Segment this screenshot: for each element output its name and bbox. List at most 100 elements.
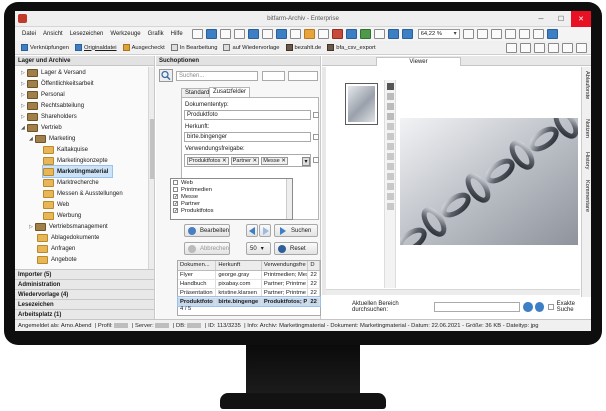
origin-checkbox[interactable] [313, 134, 319, 140]
exact-search-checkbox[interactable] [547, 303, 554, 310]
verknuepfungen-button[interactable]: Verknüpfungen [21, 44, 69, 51]
originaldatei-button[interactable]: Originaldatei [75, 44, 117, 51]
menu-werkzeuge[interactable]: Werkzeuge [110, 31, 140, 37]
tree-item[interactable]: ▷ Öffentlichkeitsarbeit [21, 78, 94, 89]
info-icon[interactable] [546, 29, 558, 39]
ausgecheckt-button[interactable]: Ausgecheckt [122, 44, 165, 51]
eraser-tool-icon[interactable] [387, 203, 394, 210]
rotate-right-icon[interactable] [504, 29, 516, 39]
last-page-icon[interactable] [532, 29, 544, 39]
fit-width-icon[interactable] [476, 29, 488, 39]
tree-item[interactable]: ◢ Marketing [29, 133, 75, 144]
usage-option[interactable]: ✓ Partner [171, 200, 292, 207]
usage-tag[interactable]: Produktfotos ✕ [187, 157, 229, 165]
options-scrollbar[interactable] [286, 179, 292, 219]
doctype-checkbox[interactable] [313, 112, 319, 118]
tree-item[interactable]: Marktrecherche [43, 177, 99, 188]
tree-item[interactable]: Anfragen [37, 243, 75, 254]
dropdown-arrow-icon[interactable]: ▾ [302, 157, 310, 166]
reset-button[interactable]: Reset [274, 242, 318, 255]
zoom-in-icon[interactable] [387, 29, 399, 39]
search-option-field[interactable] [262, 71, 285, 81]
stamp-icon[interactable] [331, 29, 343, 39]
check-icon[interactable] [359, 29, 371, 39]
rect-tool-icon[interactable] [387, 173, 394, 180]
table-icon[interactable] [233, 29, 245, 39]
column-header[interactable]: Verwendungsfre [261, 261, 309, 271]
toolbar-icon-4[interactable] [548, 42, 559, 53]
section-lesezeichen[interactable]: Lesezeichen [15, 299, 154, 309]
tree-item[interactable]: Marketingkonzepte [43, 155, 108, 166]
section-importer[interactable]: Importer (5) [15, 269, 154, 279]
scrollbar-thumb[interactable] [150, 119, 154, 179]
table-row[interactable]: Flyer george.gray Printmedien; Mes 22 [178, 270, 320, 280]
tree-item[interactable]: ▷ Shareholders [21, 111, 77, 122]
lock-icon[interactable] [317, 29, 329, 39]
menu-datei[interactable]: Datei [22, 31, 36, 37]
menu-hilfe[interactable]: Hilfe [171, 31, 183, 37]
rotate-icon[interactable] [490, 29, 502, 39]
csv-export-button[interactable]: bfa_csv_export [327, 44, 376, 51]
details-view-icon[interactable] [219, 29, 231, 39]
highlight-tool-icon[interactable] [387, 143, 394, 150]
viewer-search-input[interactable] [434, 301, 521, 312]
text-tool-icon[interactable] [387, 153, 394, 160]
side-tab-notizen[interactable]: Notizen [584, 119, 590, 138]
usage-option[interactable]: ✓ Produktfotos [171, 207, 292, 214]
origin-field[interactable]: birte.bingenger [184, 132, 311, 142]
stamp-tool-icon[interactable] [387, 123, 394, 130]
line-tool-icon[interactable] [387, 163, 394, 170]
option-checkbox[interactable]: ✓ [173, 201, 178, 207]
select-tool-icon[interactable] [387, 83, 394, 90]
side-tab-kommentare[interactable]: Kommentare [584, 180, 590, 212]
zoom-tool-icon[interactable] [387, 113, 394, 120]
tree-item[interactable]: ◢ Vertrieb [21, 122, 62, 133]
option-checkbox[interactable]: ✓ [173, 208, 178, 214]
print-icon[interactable] [261, 29, 273, 39]
tree-item-selected[interactable]: Marketingmaterial [41, 165, 114, 178]
column-header[interactable]: Herkunft [215, 261, 262, 271]
search-input[interactable]: Suchen... [176, 71, 258, 81]
search-option-field[interactable] [288, 71, 318, 81]
section-arbeitsplatz[interactable]: Arbeitsplatz (1) [15, 309, 154, 319]
viewer-hscrollbar[interactable] [326, 289, 580, 295]
tree-item[interactable]: Werbung [43, 210, 81, 221]
table-row[interactable]: Handbuch pixabay.com Partner; Printme 22 [178, 279, 320, 289]
grid-view-icon[interactable] [205, 29, 217, 39]
search-go-icon[interactable] [523, 301, 533, 312]
table-row[interactable]: Präsentation kristine.klarsen Partner; Pri… [178, 288, 320, 298]
pen-tool-icon[interactable] [387, 193, 394, 200]
menu-grafik[interactable]: Grafik [148, 31, 164, 37]
menu-ansicht[interactable]: Ansicht [43, 31, 63, 37]
menu-lesezeichen[interactable]: Lesezeichen [70, 31, 104, 37]
folder-icon[interactable] [303, 29, 315, 39]
move-tool-icon[interactable] [387, 103, 394, 110]
tab-zusatzfelder[interactable]: Zusatzfelder [209, 87, 251, 97]
tree-item[interactable]: ▷ Personal [21, 89, 65, 100]
side-tab-history[interactable]: History [584, 152, 590, 169]
cancel-button[interactable]: Abbrechen [184, 242, 230, 255]
tree-item[interactable]: ▷ Rechtsabteilung [21, 100, 84, 111]
wiedervorlage-button[interactable]: auf Wiedervorlage [223, 44, 280, 51]
tree-item[interactable]: ▷ Vertriebsmanagement [29, 221, 108, 232]
section-wiedervorlage[interactable]: Wiedervorlage (4) [15, 289, 154, 299]
option-checkbox[interactable] [173, 180, 178, 185]
new-document-icon[interactable] [275, 29, 287, 39]
next-button[interactable] [259, 224, 271, 237]
option-checkbox[interactable] [173, 187, 178, 192]
toolbar-icon-3[interactable] [534, 42, 545, 53]
toolbar-icon-2[interactable] [520, 42, 531, 53]
tree-item[interactable]: Messen & Ausstellungen [43, 188, 123, 199]
fit-page-icon[interactable] [462, 29, 474, 39]
edit-button[interactable]: Bearbeiten [184, 224, 230, 237]
zoom-select[interactable]: 64,22 % [417, 29, 460, 39]
search-next-icon[interactable] [534, 301, 544, 312]
tree-item[interactable]: ▷ Lager & Versand [21, 67, 86, 78]
tree-item[interactable]: Web [43, 199, 69, 210]
mail-icon[interactable] [345, 29, 357, 39]
section-administration[interactable]: Administration [15, 279, 154, 289]
list-view-icon[interactable] [191, 29, 203, 39]
toolbar-icon-6[interactable] [576, 42, 587, 53]
toolbar-icon-5[interactable] [562, 42, 573, 53]
toolbar-icon-1[interactable] [506, 42, 517, 53]
